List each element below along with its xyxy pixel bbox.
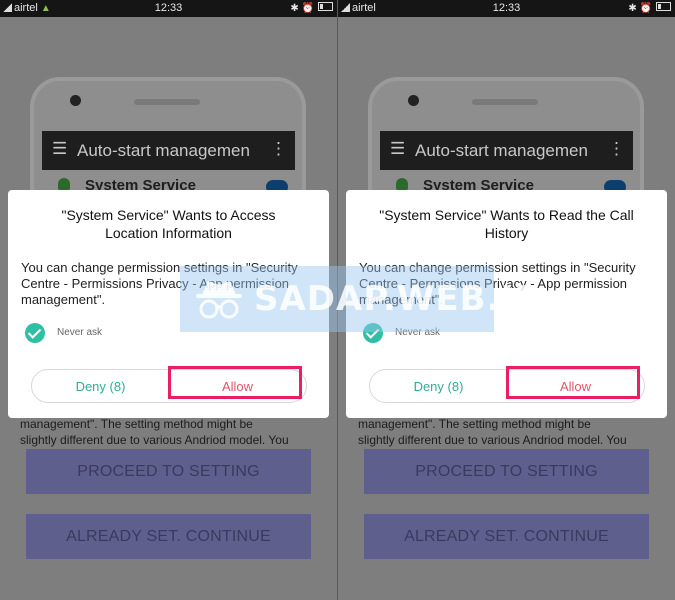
background-text: management". The setting method might be… [20,417,289,447]
app-bar: ☰ Auto-start managemen ⋮ [380,131,633,170]
clock: 12:33 [154,2,183,14]
proceed-to-setting-button[interactable]: PROCEED TO SETTING [364,449,649,494]
app-bar-title: Auto-start managemen [77,141,250,160]
alarm-icon: ⏰ [301,3,314,14]
deny-button[interactable]: Deny (8) [370,370,507,402]
deny-button[interactable]: Deny (8) [32,370,169,402]
android-icon [58,178,70,190]
already-set-continue-button[interactable]: ALREADY SET. CONTINUE [26,514,311,559]
bluetooth-icon: ✱ [628,3,637,14]
allow-highlight-box [168,366,302,399]
status-bar: airtel ▲ 12:33 ✱ ⏰ [0,0,337,17]
spy-icon [196,281,242,319]
watermark-text: SADAP.WEB.ID [254,279,544,319]
proceed-to-setting-button[interactable]: PROCEED TO SETTING [26,449,311,494]
battery-icon [656,2,671,11]
already-set-continue-button[interactable]: ALREADY SET. CONTINUE [364,514,649,559]
camera-icon [70,95,81,106]
allow-highlight-box [506,366,640,399]
watermark: SADAP.WEB.ID [180,266,542,332]
battery-icon [318,2,333,11]
dialog-title: "System Service" Wants to Access Locatio… [61,207,276,241]
alarm-icon: ⏰ [639,3,652,14]
speaker-icon [134,99,200,105]
android-icon [396,178,408,190]
menu-icon: ☰ [52,139,68,158]
menu-icon: ☰ [390,139,406,158]
speaker-icon [472,99,538,105]
background-text: management". The setting method might be… [358,417,627,447]
clock: 12:33 [492,2,521,14]
more-vert-icon: ⋮ [270,139,287,158]
more-vert-icon: ⋮ [608,139,625,158]
never-ask-label[interactable]: Never ask [57,327,102,338]
dialog-title: "System Service" Wants to Read the Call … [379,207,634,241]
app-bar-title: Auto-start managemen [415,141,588,160]
bluetooth-icon: ✱ [290,3,299,14]
app-bar: ☰ Auto-start managemen ⋮ [42,131,295,170]
status-bar: airtel 12:33 ✱ ⏰ [338,0,675,17]
camera-icon [408,95,419,106]
check-circle-icon[interactable] [25,323,45,343]
